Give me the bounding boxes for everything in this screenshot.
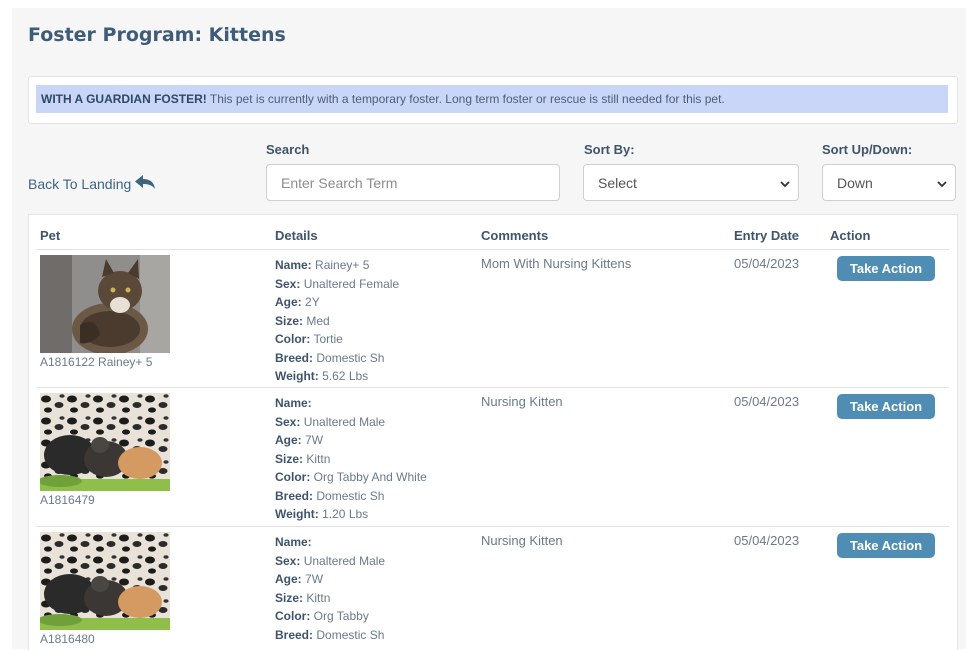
color-label: Color: (275, 609, 311, 623)
pet-size: Med (306, 313, 330, 328)
sex-label: Sex: (275, 553, 301, 568)
header-details: Details (275, 228, 318, 243)
take-action-button[interactable]: Take Action (837, 256, 935, 281)
sort-by-select[interactable]: Select (583, 164, 799, 201)
pet-breed: Domestic Sh (316, 350, 385, 365)
table-row: A1816480 Name: Sex: Unaltered Male Age: … (37, 526, 949, 650)
weight-label: Weight: (275, 507, 319, 521)
search-input[interactable] (266, 164, 560, 201)
pet-size: Kittn (306, 590, 331, 605)
reply-arrow-icon (134, 174, 156, 193)
pet-photo (40, 393, 170, 491)
breed-label: Breed: (275, 488, 314, 503)
pet-sex: Unaltered Female (303, 276, 400, 291)
color-label: Color: (275, 470, 311, 484)
page-title: Foster Program: Kittens (28, 24, 286, 46)
header-pet: Pet (40, 228, 61, 243)
size-label: Size: (275, 451, 304, 466)
pets-table: Pet Details Comments Entry Date Action A… (28, 214, 958, 650)
pet-comments: Nursing Kitten (481, 533, 563, 548)
page-container: Foster Program: Kittens WITH A GUARDIAN … (12, 8, 966, 650)
search-label: Search (266, 142, 310, 157)
pet-details: Name: Rainey+ 5 Sex: Unaltered Female Ag… (275, 256, 399, 386)
chevron-down-icon (937, 175, 947, 191)
pet-details: Name: Sex: Unaltered Male Age: 7W Size: … (275, 394, 427, 524)
age-label: Age: (275, 295, 302, 309)
weight-label: Weight: (275, 369, 319, 383)
pet-size: Kittn (306, 451, 331, 466)
back-to-landing-label: Back To Landing (28, 175, 132, 192)
breed-label: Breed: (275, 627, 314, 642)
sort-direction-label: Sort Up/Down: (822, 142, 913, 157)
pet-breed: Domestic Sh (316, 488, 385, 503)
pet-comments: Mom With Nursing Kittens (481, 256, 632, 271)
pet-color: Org Tabby (313, 609, 369, 623)
size-label: Size: (275, 313, 304, 328)
pet-age: 7W (305, 572, 324, 586)
pet-photo (40, 255, 170, 353)
pet-sex: Unaltered Male (303, 414, 386, 429)
entry-date: 05/04/2023 (734, 533, 800, 548)
back-to-landing-link[interactable]: Back To Landing (28, 174, 156, 193)
pet-color: Org Tabby And White (313, 470, 427, 484)
foster-banner-box: WITH A GUARDIAN FOSTER! This pet is curr… (28, 76, 958, 124)
pet-breed: Domestic Sh (316, 627, 385, 642)
chevron-down-icon (780, 175, 790, 191)
entry-date: 05/04/2023 (734, 256, 800, 271)
pet-color: Tortie (313, 332, 343, 346)
banner-text: This pet is currently with a temporary f… (206, 92, 725, 106)
table-row: A1816122 Rainey+ 5 Name: Rainey+ 5 Sex: … (37, 249, 949, 388)
sort-direction-value: Down (837, 174, 873, 191)
breed-label: Breed: (275, 350, 314, 365)
sort-by-value: Select (598, 174, 637, 191)
table-row: A1816479 Name: Sex: Unaltered Male Age: … (37, 387, 949, 526)
sex-label: Sex: (275, 276, 301, 291)
age-label: Age: (275, 433, 302, 447)
pet-photo (40, 532, 170, 630)
pet-id: A1816480 (40, 632, 95, 646)
pet-name: Rainey+ 5 (315, 258, 370, 272)
header-comments: Comments (481, 228, 549, 243)
pet-id: A1816479 (40, 493, 95, 507)
color-label: Color: (275, 332, 311, 346)
foster-banner: WITH A GUARDIAN FOSTER! This pet is curr… (36, 85, 948, 113)
name-label: Name: (275, 396, 312, 410)
sort-by-label: Sort By: (584, 142, 635, 157)
header-action: Action (830, 228, 871, 243)
sort-direction-select[interactable]: Down (822, 164, 956, 201)
sex-label: Sex: (275, 414, 301, 429)
pet-age: 2Y (305, 295, 320, 309)
name-label: Name: (275, 258, 312, 272)
pet-weight: 1.20 Lbs (322, 507, 369, 521)
entry-date: 05/04/2023 (734, 394, 800, 409)
name-label: Name: (275, 535, 312, 549)
pet-age: 7W (305, 433, 324, 447)
banner-strong: WITH A GUARDIAN FOSTER! (41, 92, 207, 106)
pet-details: Name: Sex: Unaltered Male Age: 7W Size: … (275, 533, 385, 644)
header-entry-date: Entry Date (734, 228, 800, 243)
take-action-button[interactable]: Take Action (837, 394, 935, 419)
pet-weight: 5.62 Lbs (322, 369, 369, 383)
size-label: Size: (275, 590, 304, 605)
pet-id: A1816122 Rainey+ 5 (40, 355, 153, 369)
pet-sex: Unaltered Male (303, 553, 386, 568)
pet-comments: Nursing Kitten (481, 394, 563, 409)
age-label: Age: (275, 572, 302, 586)
take-action-button[interactable]: Take Action (837, 533, 935, 558)
